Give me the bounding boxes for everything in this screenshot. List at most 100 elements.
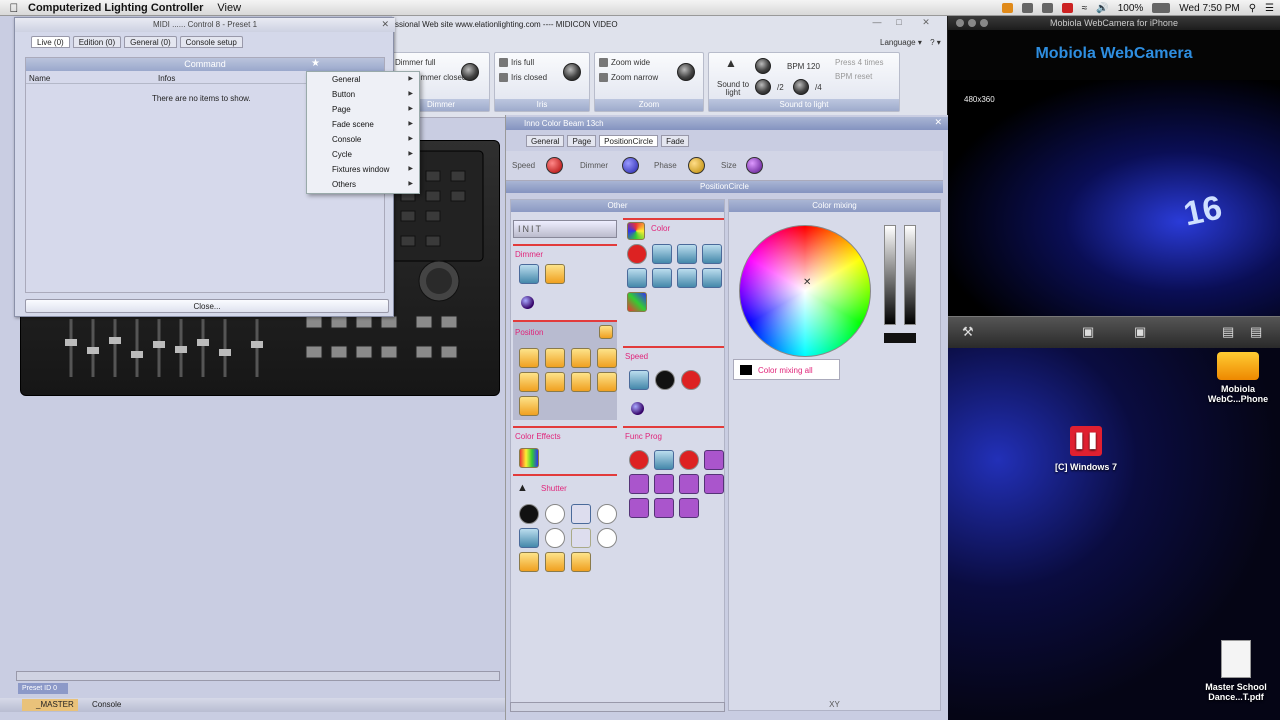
speed-off-icon[interactable]	[681, 370, 701, 390]
shutter-open-icon[interactable]	[545, 504, 565, 524]
position-effect-icon[interactable]	[545, 372, 565, 392]
video-record-icon[interactable]: ▣	[1134, 324, 1146, 340]
func-reset-icon[interactable]	[654, 450, 674, 470]
position-effect-icon[interactable]	[519, 372, 539, 392]
status-app-icon[interactable]	[1041, 3, 1053, 13]
close-fixture-icon[interactable]: ✕	[934, 117, 942, 128]
volume-icon[interactable]: 🔊	[1096, 3, 1108, 14]
macro-icon[interactable]	[704, 474, 724, 494]
folder-icon[interactable]: ▤	[1250, 324, 1262, 340]
app-name-menu[interactable]: Computerized Lighting Controller	[28, 2, 203, 14]
status-app-icon[interactable]	[1001, 3, 1013, 13]
column-name[interactable]: Name	[29, 74, 50, 83]
menu-item-button[interactable]: Button ▶	[307, 87, 419, 102]
color-preset-icon[interactable]	[652, 244, 672, 264]
color-wheel[interactable]	[739, 225, 871, 357]
color-preset-icon[interactable]	[677, 244, 697, 264]
battery-status[interactable]: 100%	[1118, 3, 1144, 14]
apple-menu-icon[interactable]: 	[0, 1, 28, 15]
phase-knob[interactable]	[688, 157, 705, 174]
shutter-effect-icon[interactable]	[545, 552, 565, 572]
menu-item-others[interactable]: Others ▶	[307, 177, 419, 192]
position-effect-icon[interactable]	[571, 348, 591, 368]
shutter-effect-icon[interactable]	[571, 552, 591, 572]
white-slider[interactable]	[904, 225, 916, 325]
dimmer-knob[interactable]	[622, 157, 639, 174]
speed-knob-icon[interactable]	[631, 402, 644, 415]
webcam-minimize-button[interactable]	[968, 19, 976, 27]
close-button[interactable]: ✕	[917, 17, 935, 29]
mobiola-app-icon[interactable]: Mobiola WebC...Phone	[1200, 352, 1276, 404]
macro-icon[interactable]	[654, 474, 674, 494]
color-preset-icon[interactable]	[702, 244, 722, 264]
color-rainbow-icon[interactable]	[627, 292, 647, 312]
div2-knob[interactable]	[755, 79, 771, 95]
shutter-effect-icon[interactable]	[571, 504, 591, 524]
zoom-wide-button[interactable]: Zoom wide	[599, 58, 650, 67]
pdf-file-icon[interactable]: Master School Dance...T.pdf	[1196, 640, 1276, 702]
webcam-close-button[interactable]	[956, 19, 964, 27]
zoom-narrow-button[interactable]: Zoom narrow	[599, 73, 658, 82]
parallels-pause-icon[interactable]	[1061, 3, 1073, 13]
tab-console-setup[interactable]: Console setup	[179, 36, 243, 48]
bpm-knob[interactable]	[755, 58, 771, 74]
menu-item-general[interactable]: General ▶	[307, 72, 419, 87]
clock[interactable]: Wed 7:50 PM	[1179, 3, 1239, 14]
shutter-open-icon[interactable]	[545, 528, 565, 548]
tab-general[interactable]: General	[526, 135, 565, 147]
bpm-reset-button[interactable]: BPM reset	[835, 72, 872, 81]
menu-item-page[interactable]: Page ▶	[307, 102, 419, 117]
color-palette-icon[interactable]	[627, 222, 645, 240]
menu-item-console[interactable]: Console ▶	[307, 132, 419, 147]
dimmer-full-button[interactable]: Dimmer full	[395, 58, 435, 67]
position-effect-icon[interactable]	[597, 348, 617, 368]
help-icon[interactable]: ?	[930, 38, 934, 47]
speed-knob[interactable]	[546, 157, 563, 174]
dimmer-closed-button[interactable]: Dimmer closed	[413, 73, 466, 82]
iris-knob[interactable]	[563, 63, 581, 81]
column-infos[interactable]: Infos	[158, 74, 175, 83]
color-picker-crosshair-icon[interactable]: ✕	[803, 277, 811, 288]
init-button[interactable]: INIT	[513, 220, 617, 238]
color-preset-icon[interactable]	[677, 268, 697, 288]
close-dialog-button[interactable]: Close...	[25, 299, 389, 313]
brightness-slider[interactable]	[884, 225, 896, 325]
maximize-button[interactable]: □	[890, 17, 908, 29]
macro-icon[interactable]	[679, 474, 699, 494]
speed-preset-icon[interactable]	[629, 370, 649, 390]
press-4-times-button[interactable]: Press 4 times	[835, 58, 883, 67]
iris-full-button[interactable]: Iris full	[499, 58, 534, 67]
position-circle-icon[interactable]	[519, 348, 539, 368]
view-menu[interactable]: View	[217, 2, 241, 14]
wifi-icon[interactable]: ≈	[1082, 3, 1088, 14]
spotlight-search-icon[interactable]: ⚲	[1249, 3, 1256, 14]
iris-closed-button[interactable]: Iris closed	[499, 73, 547, 82]
windows7-vm-icon[interactable]: ❚❚ [C] Windows 7	[1050, 426, 1122, 472]
menu-item-fade-scene[interactable]: Fade scene ▶	[307, 117, 419, 132]
language-menu[interactable]: Language ▾ ? ▾	[880, 38, 941, 47]
tab-general[interactable]: General (0)	[124, 36, 177, 48]
dialog-close-icon[interactable]: ✕	[381, 19, 389, 30]
shutter-strobe-icon[interactable]	[571, 528, 591, 548]
shutter-open-icon[interactable]	[597, 528, 617, 548]
fixture-horizontal-scrollbar[interactable]	[510, 702, 725, 712]
position-effect-icon[interactable]	[597, 372, 617, 392]
dropdown-icon[interactable]: ▾	[937, 38, 941, 47]
dimmer-strobe-icon[interactable]	[545, 264, 565, 284]
color-mixing-all-button[interactable]: Color mixing all	[733, 359, 840, 380]
color-preset-icon[interactable]	[627, 268, 647, 288]
menu-item-cycle[interactable]: Cycle ▶	[307, 147, 419, 162]
tab-position-circle[interactable]: PositionCircle	[599, 135, 659, 147]
status-app-icon[interactable]	[1021, 3, 1033, 13]
position-effect-icon[interactable]	[571, 372, 591, 392]
shutter-open-icon[interactable]	[597, 504, 617, 524]
tab-console[interactable]: Console	[78, 699, 121, 711]
notification-list-icon[interactable]: ☰	[1265, 3, 1274, 14]
dimmer-knob[interactable]	[461, 63, 479, 81]
func-off-icon[interactable]	[679, 450, 699, 470]
horizontal-scrollbar[interactable]	[16, 671, 500, 681]
dimmer-preset-icon[interactable]	[519, 264, 539, 284]
minimize-button[interactable]: —	[868, 17, 886, 29]
macro-icon[interactable]	[654, 498, 674, 518]
metronome-icon[interactable]: ▲	[725, 56, 737, 70]
